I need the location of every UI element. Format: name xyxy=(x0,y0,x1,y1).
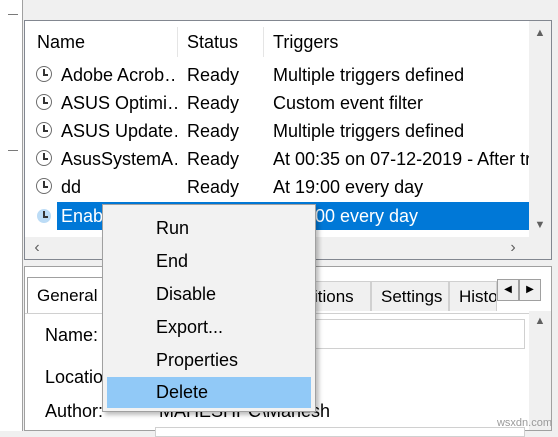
scroll-right-arrow-icon[interactable]: › xyxy=(503,237,523,259)
task-status: Ready xyxy=(187,149,240,169)
task-name: ASUS Update… xyxy=(61,121,177,141)
field-label-author: Author: xyxy=(45,401,104,421)
clock-icon xyxy=(36,150,52,166)
scroll-corner xyxy=(529,237,551,259)
task-row[interactable]: Adobe Acrob… Ready Multiple triggers def… xyxy=(25,61,529,89)
field-label-location: Locatio xyxy=(45,367,104,387)
description-field[interactable] xyxy=(155,427,525,437)
task-triggers: Multiple triggers defined xyxy=(273,65,465,85)
field-label-name: Name: xyxy=(45,325,99,345)
context-menu: Run End Disable Export... Properties Del… xyxy=(102,204,316,412)
task-status: Ready xyxy=(187,121,240,141)
task-triggers: Custom event filter xyxy=(273,93,424,113)
clock-icon xyxy=(36,122,52,138)
column-header-triggers[interactable]: Triggers xyxy=(263,21,531,63)
task-status: Ready xyxy=(187,93,240,113)
clock-icon xyxy=(36,94,52,110)
vertical-scrollbar[interactable]: ▲ ▼ xyxy=(529,21,551,237)
menu-item-export[interactable]: Export... xyxy=(107,312,311,343)
details-scrollbar[interactable]: ▲ xyxy=(529,311,551,430)
menu-item-run[interactable]: Run xyxy=(107,213,311,244)
tab-general[interactable]: General xyxy=(27,277,109,313)
task-row[interactable]: ASUS Optimi… Ready Custom event filter xyxy=(25,89,529,117)
watermark: wsxdn.com xyxy=(496,417,552,429)
clock-icon xyxy=(36,178,52,194)
scroll-down-arrow-icon[interactable]: ▼ xyxy=(529,215,551,235)
task-name: ASUS Optimi… xyxy=(61,93,177,113)
tab-scroll-right-icon[interactable]: ▶ xyxy=(519,279,541,301)
task-row[interactable]: ASUS Update… Ready Multiple triggers def… xyxy=(25,117,529,145)
menu-item-delete[interactable]: Delete xyxy=(107,377,311,408)
navigation-tree-edge xyxy=(0,0,23,431)
scroll-up-arrow-icon[interactable]: ▲ xyxy=(529,311,551,331)
task-triggers: Multiple triggers defined xyxy=(273,121,465,141)
task-row[interactable]: dd Ready At 19:00 every day xyxy=(25,173,529,201)
column-header-status[interactable]: Status xyxy=(177,21,263,63)
menu-item-properties[interactable]: Properties xyxy=(107,345,311,376)
menu-item-disable[interactable]: Disable xyxy=(107,279,311,310)
clock-icon xyxy=(36,66,52,82)
task-name: dd xyxy=(61,177,82,197)
scroll-left-arrow-icon[interactable]: ‹ xyxy=(27,237,47,259)
tree-connector xyxy=(8,14,18,15)
tab-scroll-left-icon[interactable]: ◀ xyxy=(497,279,519,301)
column-header-name[interactable]: Name xyxy=(27,21,177,63)
task-triggers: 00 every day xyxy=(315,206,419,226)
task-row[interactable]: AsusSystemA… Ready At 00:35 on 07-12-201… xyxy=(25,145,531,173)
task-name: AsusSystemA… xyxy=(61,149,177,169)
tab-history[interactable]: Histo xyxy=(449,281,497,311)
scroll-up-arrow-icon[interactable]: ▲ xyxy=(529,23,551,43)
tab-settings[interactable]: Settings xyxy=(371,281,449,311)
menu-item-end[interactable]: End xyxy=(107,246,311,277)
clock-icon xyxy=(36,208,52,224)
tree-connector xyxy=(8,150,18,151)
task-status: Ready xyxy=(187,177,240,197)
task-status: Ready xyxy=(187,65,240,85)
task-list-header: Name Status Triggers xyxy=(25,21,529,63)
task-triggers: At 19:00 every day xyxy=(273,177,424,197)
task-triggers: At 00:35 on 07-12-2019 - After tri xyxy=(273,149,531,169)
task-name: Adobe Acrob… xyxy=(61,65,177,85)
